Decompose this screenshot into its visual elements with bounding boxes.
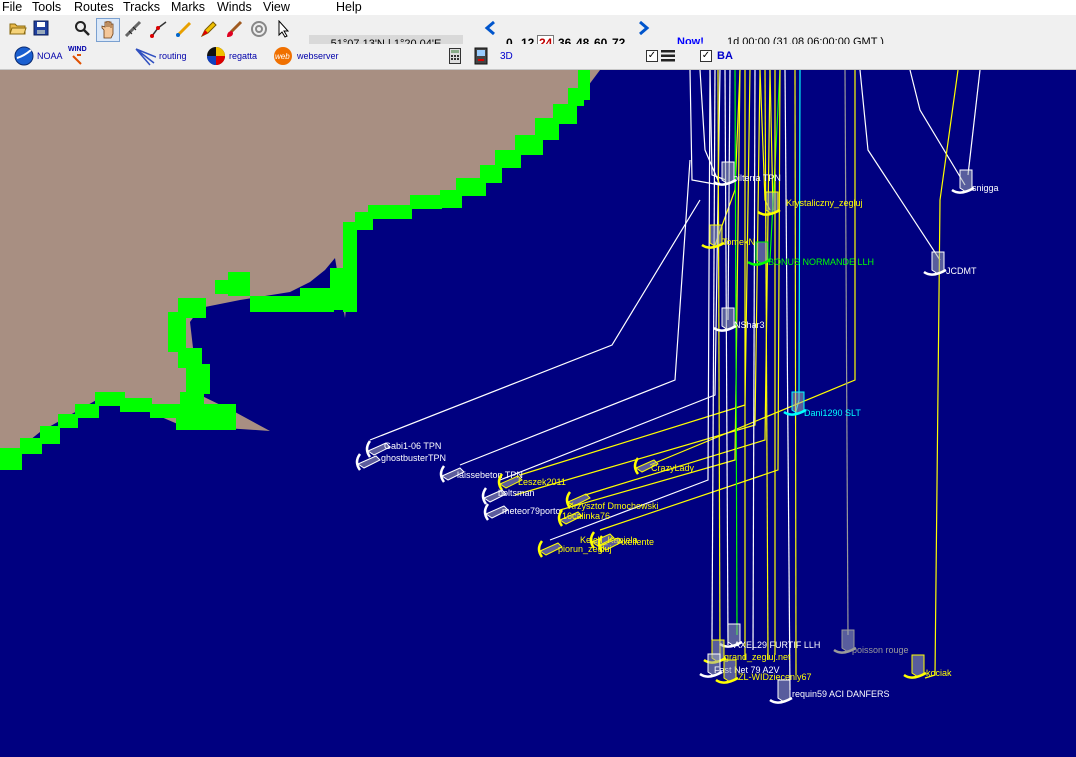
routing-plugin[interactable]: routing: [134, 46, 187, 66]
layers-menu-icon[interactable]: [661, 50, 675, 62]
noaa-globe-icon: [14, 46, 34, 66]
boat-name-label: TomekN: [722, 237, 755, 247]
ruler-icon[interactable]: [124, 20, 142, 38]
menu-view[interactable]: View: [263, 0, 290, 14]
boat-name-label: NShar3: [734, 320, 765, 330]
boat-name-label: Krzysztof Dmochowski: [568, 501, 659, 511]
boat-name-label: bilterra TPN: [733, 173, 781, 183]
regatta-icon: [207, 47, 225, 65]
wind-plugin[interactable]: WIND: [68, 46, 88, 66]
device-icon[interactable]: [474, 47, 488, 65]
map-view[interactable]: bilterra TPN Krystaliczny_zegluj snigga Tom…: [0, 70, 1076, 757]
regatta-plugin[interactable]: regatta: [206, 46, 257, 66]
boat-name-label: boltsman: [498, 488, 535, 498]
regatta-label: regatta: [229, 51, 258, 61]
boat-name-label: kociak: [926, 668, 952, 678]
draw-pencil-icon[interactable]: [175, 20, 193, 38]
calculator-icon[interactable]: [449, 48, 461, 64]
zoom-icon[interactable]: [74, 20, 90, 36]
boat-name-label: piorun_zegluj: [558, 544, 612, 554]
open-folder-icon[interactable]: [9, 20, 27, 36]
target-icon[interactable]: [250, 20, 268, 38]
boat-name-label: 16calinka76: [562, 511, 610, 521]
svg-text:web: web: [275, 52, 290, 61]
menu-tools[interactable]: Tools: [32, 0, 61, 14]
noaa-plugin[interactable]: NOAA: [14, 46, 63, 66]
web-icon: web: [274, 47, 292, 65]
routing-fan-icon: [135, 48, 156, 66]
next-time-icon[interactable]: [638, 21, 650, 35]
pan-hand-icon[interactable]: [96, 18, 120, 42]
previous-time-icon[interactable]: [484, 21, 496, 35]
layers-checkbox[interactable]: ✓: [646, 50, 658, 62]
webserver-label: webserver: [297, 51, 339, 61]
boat-name-label: Axellente: [617, 537, 654, 547]
boat-name-label: JCDMT: [946, 266, 977, 276]
boat-name-label: CrazyLady: [651, 463, 695, 473]
webserver-plugin[interactable]: web webserver: [272, 46, 339, 66]
boat-name-label: Leszek2011: [518, 477, 566, 487]
route-line-icon[interactable]: [150, 20, 168, 38]
ba-checkbox[interactable]: ✓: [700, 50, 712, 62]
boat-name-label: Gabi1-06 TPN: [384, 441, 441, 451]
3d-button[interactable]: 3D: [500, 51, 513, 62]
menu-marks[interactable]: Marks: [171, 0, 205, 14]
boat-name-label: meteor79porto: [502, 506, 561, 516]
boat-name-label: snigga: [972, 183, 999, 193]
menu-file[interactable]: File: [2, 0, 22, 14]
routing-label: routing: [159, 51, 187, 61]
boat-name-label: ghostbusterTPN: [381, 453, 446, 463]
menu-bar: File Tools Routes Tracks Marks Winds Vie…: [0, 0, 1076, 15]
mark-pen-icon[interactable]: [200, 20, 218, 38]
save-icon[interactable]: [33, 20, 49, 36]
boat-name-label: Krystaliczny_zegluj: [786, 198, 863, 208]
menu-help[interactable]: Help: [336, 0, 362, 14]
boat-name-label: ZL-WIDziecenly67: [738, 672, 812, 682]
boat-name-label: requin59 ACI DANFERS: [792, 689, 890, 699]
brush-icon[interactable]: [225, 20, 243, 38]
ba-label: BA: [717, 50, 733, 62]
noaa-label: NOAA: [37, 51, 63, 61]
boat-name-label: poisson rouge: [852, 645, 909, 655]
pointer-arrow-icon[interactable]: [277, 20, 291, 38]
menu-routes[interactable]: Routes: [74, 0, 114, 14]
boat-name-label: AXEL29 FURTIF LLH: [734, 640, 820, 650]
main-toolbar: 51°07.13'N | 1°20.04'E 0 12 24 36 48 60 …: [0, 15, 1076, 53]
boat-name-label: Dani1290 SLT: [804, 408, 861, 418]
wind-arrow-icon: [72, 54, 82, 65]
boat-name-label: BONUS NORMANDE LLH: [768, 257, 874, 267]
menu-tracks[interactable]: Tracks: [123, 0, 160, 14]
menu-winds[interactable]: Winds: [217, 0, 252, 14]
